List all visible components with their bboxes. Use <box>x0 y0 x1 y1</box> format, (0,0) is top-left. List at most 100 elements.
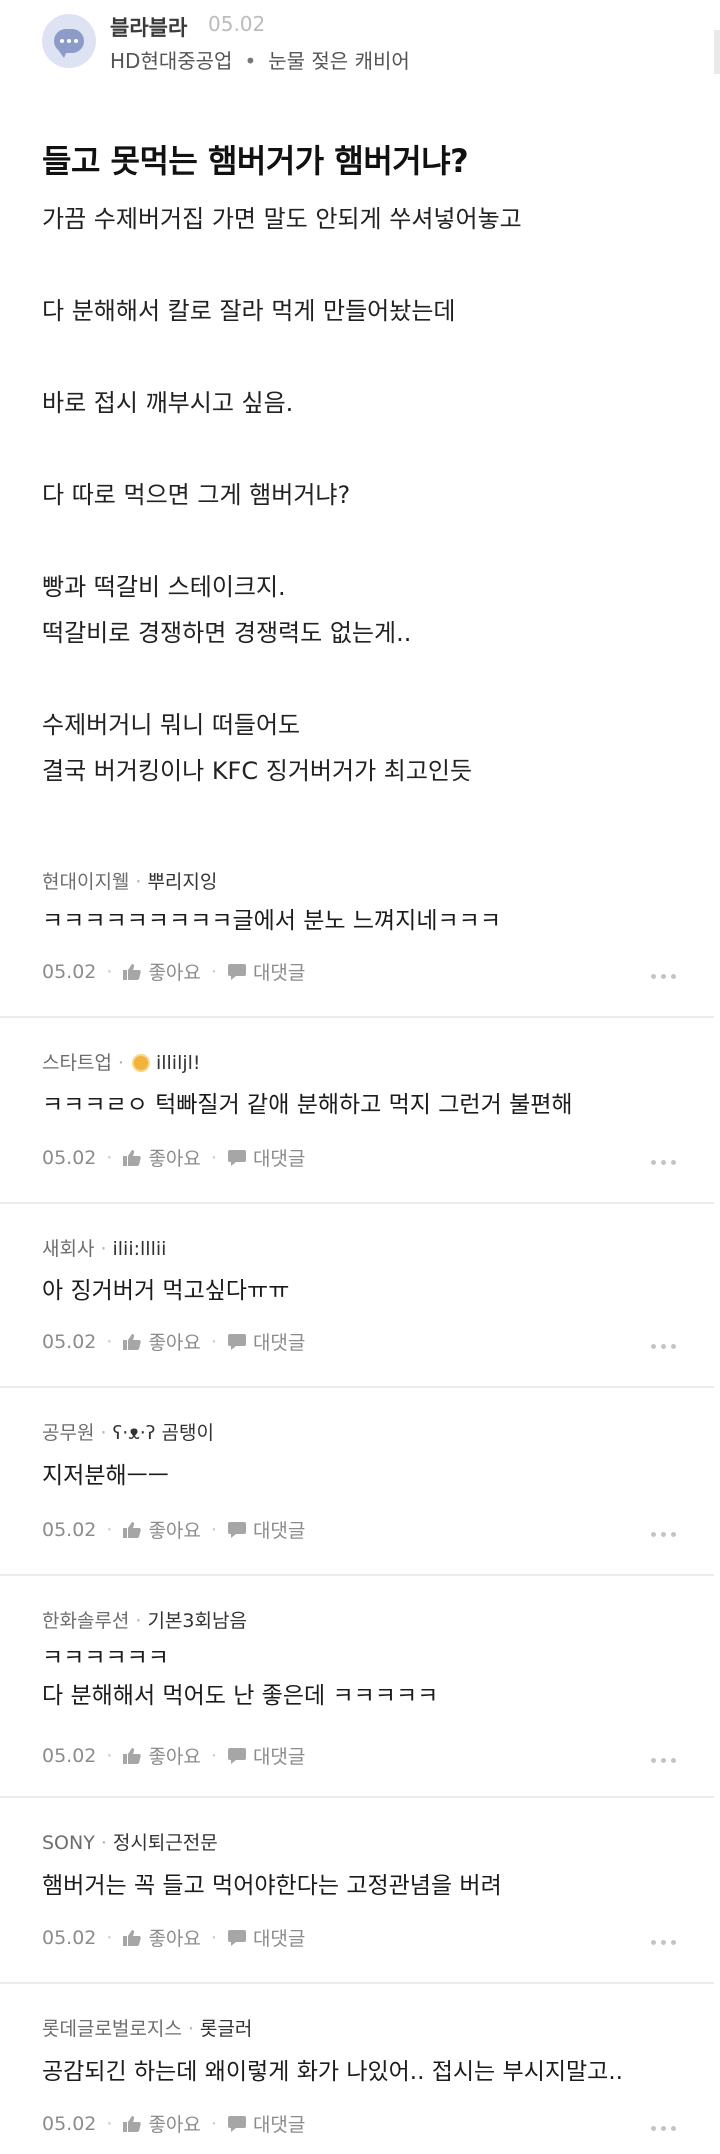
meta-separator: · <box>106 1518 113 1541</box>
reply-label: 대댓글 <box>252 2114 306 2136</box>
comment-date: 05.02 <box>42 960 97 983</box>
comment-footer: 05.02 · 좋아요 · 대댓글 <box>42 2110 305 2137</box>
more-options-icon[interactable] <box>651 974 676 979</box>
reply-label: 대댓글 <box>252 1928 306 1950</box>
post-line <box>42 334 682 380</box>
reply-button[interactable]: 대댓글 <box>227 2110 305 2137</box>
like-label: 좋아요 <box>148 962 201 984</box>
comment-item: SONY · 정시퇴근전문 햄버거는 꼭 들고 먹어야한다는 고정관념을 버려 05.0… <box>0 1796 714 1984</box>
thumbs-up-icon <box>122 1521 148 1539</box>
thumbs-up-icon <box>122 1333 148 1351</box>
comment-author: 스타트업 · illiljl! <box>42 1048 201 1075</box>
thumbs-up-icon <box>122 1929 148 1947</box>
reply-button[interactable]: 대댓글 <box>227 1742 305 1769</box>
comment-nickname: ilii:lllii <box>112 1238 167 1260</box>
speech-bubble-icon <box>227 1521 253 1539</box>
comment-author: 롯데글로벌로지스 · 롯글러 <box>42 2014 252 2041</box>
comment-footer: 05.02 · 좋아요 · 대댓글 <box>42 1742 305 1769</box>
comment-nickname: 정시퇴근전문 <box>112 1832 218 1854</box>
post-date: 05.02 <box>208 12 266 36</box>
comment-date: 05.02 <box>42 1330 97 1353</box>
comment-footer: 05.02 · 좋아요 · 대댓글 <box>42 1328 305 1355</box>
comment-date: 05.02 <box>42 1926 97 1949</box>
meta-separator: · <box>210 960 217 983</box>
meta-separator: · <box>106 2112 113 2135</box>
more-options-icon[interactable] <box>651 1160 676 1165</box>
more-options-icon[interactable] <box>651 1758 676 1763</box>
verified-badge-icon <box>131 1054 150 1072</box>
post-line: 바로 접시 깨부시고 싶음. <box>42 389 294 417</box>
post-page: 블라블라 05.02 HD현대중공업 • 눈물 젖은 캐비어 들고 못먹는 햄버거가… <box>0 0 720 2154</box>
comment-nickname: ʕ·ᴥ·ʔ 곰탱이 <box>112 1422 214 1444</box>
comment-date: 05.02 <box>42 1518 97 1541</box>
post-line: 결국 버거킹이나 KFC 징거버거가 최고인듯 <box>42 757 473 785</box>
post-line: 떡갈비로 경쟁하면 경쟁력도 없는게.. <box>42 619 412 647</box>
comment-nickname: illiljl! <box>155 1052 201 1074</box>
like-label: 좋아요 <box>148 1148 201 1170</box>
reply-button[interactable]: 대댓글 <box>227 1144 305 1171</box>
like-button[interactable]: 좋아요 <box>122 958 201 985</box>
board-avatar[interactable] <box>42 14 96 68</box>
like-button[interactable]: 좋아요 <box>122 1516 201 1543</box>
comment-footer: 05.02 · 좋아요 · 대댓글 <box>42 958 305 985</box>
speech-bubble-icon <box>227 1747 253 1765</box>
meta-separator: · <box>135 871 142 893</box>
like-button[interactable]: 좋아요 <box>122 1742 201 1769</box>
comment-item: 새회사 · ilii:lllii 아 징거버거 먹고싶다ㅠㅠ 05.02 · 좋아요 · 대댓글 <box>0 1202 714 1388</box>
speech-bubble-icon <box>227 963 253 981</box>
meta-separator: · <box>187 2018 194 2040</box>
reply-button[interactable]: 대댓글 <box>227 1328 305 1355</box>
meta-separator: · <box>106 1146 113 1169</box>
comment-company: 현대이지웰 <box>42 871 130 893</box>
comment-date: 05.02 <box>42 1744 97 1767</box>
reply-label: 대댓글 <box>252 1332 306 1354</box>
meta-separator: · <box>106 960 113 983</box>
author-company: HD현대중공업 <box>110 49 233 73</box>
like-button[interactable]: 좋아요 <box>122 1328 201 1355</box>
comment-footer: 05.02 · 좋아요 · 대댓글 <box>42 1144 305 1171</box>
meta-separator: · <box>135 1610 142 1632</box>
meta-separator: · <box>117 1052 124 1074</box>
meta-separator: · <box>106 1744 113 1767</box>
comment-item: 스타트업 · illiljl! ㅋㅋㅋㄹㅇ 턱빠질거 같애 분해하고 먹지 그런거 불… <box>0 1016 714 1204</box>
like-label: 좋아요 <box>148 1332 201 1354</box>
thumbs-up-icon <box>122 963 148 981</box>
more-options-icon[interactable] <box>651 1940 676 1945</box>
thumbs-up-icon <box>122 2115 148 2133</box>
like-button[interactable]: 좋아요 <box>122 1144 201 1171</box>
thumbs-up-icon <box>122 1149 148 1167</box>
meta-separator: · <box>210 1744 217 1767</box>
meta-separator: · <box>210 1926 217 1949</box>
reply-button[interactable]: 대댓글 <box>227 958 305 985</box>
more-options-icon[interactable] <box>651 1532 676 1537</box>
post-line: 다 따로 먹으면 그게 햄버거냐? <box>42 481 351 509</box>
comment-item: 현대이지웰 · 뿌리지잉 ㅋㅋㅋㅋㅋㅋㅋㅋㅋ글에서 분노 느껴지네ㅋㅋㅋ 05.02 · 좋… <box>0 840 714 1018</box>
reply-button[interactable]: 대댓글 <box>227 1924 305 1951</box>
speech-bubble-icon <box>227 1149 253 1167</box>
post-line <box>42 518 682 564</box>
chat-bubble-icon <box>54 29 84 58</box>
comment-footer: 05.02 · 좋아요 · 대댓글 <box>42 1516 305 1543</box>
comment-date: 05.02 <box>42 1146 97 1169</box>
reply-button[interactable]: 대댓글 <box>227 1516 305 1543</box>
comment-nickname: 기본3회남음 <box>147 1610 247 1632</box>
like-button[interactable]: 좋아요 <box>122 1924 201 1951</box>
comment-nickname: 뿌리지잉 <box>147 871 218 893</box>
meta-separator: · <box>210 2112 217 2135</box>
comment-item: 롯데글로벌로지스 · 롯글러 공감되긴 하는데 왜이렇게 화가 나있어.. 접시는 부… <box>0 1982 714 2154</box>
scrollbar[interactable] <box>714 30 720 74</box>
like-label: 좋아요 <box>148 1520 201 1542</box>
comment-item: 한화솔루션 · 기본3회남음 ㅋㅋㅋㅋㅋㅋ 다 분해해서 먹어도 난 좋은데 ㅋㅋㅋㅋㅋ… <box>0 1574 714 1798</box>
board-name[interactable]: 블라블라 <box>110 12 187 42</box>
like-label: 좋아요 <box>148 1928 201 1950</box>
comment-company: 새회사 <box>42 1238 95 1260</box>
comment-item: 공무원 · ʕ·ᴥ·ʔ 곰탱이 지저분해ㅡㅡ 05.02 · 좋아요 · 대댓글 <box>0 1386 714 1576</box>
author-meta: HD현대중공업 • 눈물 젖은 캐비어 <box>110 45 410 74</box>
speech-bubble-icon <box>227 1333 253 1351</box>
more-options-icon[interactable] <box>651 2126 676 2131</box>
more-options-icon[interactable] <box>651 1344 676 1349</box>
comment-company: 스타트업 <box>42 1052 112 1074</box>
meta-separator: · <box>100 1238 107 1260</box>
comment-text: 다 분해해서 먹어도 난 좋은데 ㅋㅋㅋㅋㅋ <box>42 1683 439 1709</box>
like-button[interactable]: 좋아요 <box>122 2110 201 2137</box>
